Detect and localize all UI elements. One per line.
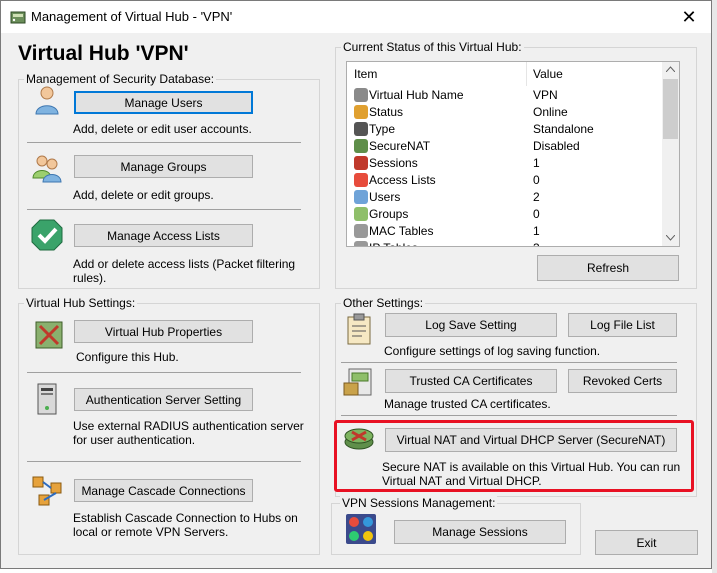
hub-icon xyxy=(354,88,368,102)
hub-management-window: Management of Virtual Hub - 'VPN' ✕ Virt… xyxy=(0,0,712,569)
certificate-icon xyxy=(343,368,372,396)
authentication-server-button[interactable]: Authentication Server Setting xyxy=(74,388,253,411)
access-lists-description: Add or delete access lists (Packet filte… xyxy=(73,257,296,285)
auth-server-description: Use external RADIUS authentication serve… xyxy=(73,419,304,447)
status-item-label: Sessions xyxy=(369,156,418,170)
manage-users-description: Add, delete or edit user accounts. xyxy=(73,122,252,136)
trusted-ca-button[interactable]: Trusted CA Certificates xyxy=(385,369,557,393)
status-item-value: 1 xyxy=(533,156,540,170)
ip-table-icon xyxy=(354,241,368,246)
hub-properties-icon xyxy=(35,321,63,349)
status-item-value: Online xyxy=(533,105,568,119)
cascade-description: Establish Cascade Connection to Hubs on … xyxy=(73,511,298,539)
status-row[interactable]: Access Lists 0 xyxy=(347,172,663,189)
manage-users-button[interactable]: Manage Users xyxy=(74,91,253,114)
group-icon xyxy=(354,207,368,221)
divider xyxy=(341,362,677,363)
app-icon xyxy=(10,11,26,24)
status-scrollbar[interactable] xyxy=(662,62,679,246)
scroll-down-icon[interactable] xyxy=(666,235,675,241)
log-clipboard-icon xyxy=(347,313,371,345)
manage-cascade-button[interactable]: Manage Cascade Connections xyxy=(74,479,253,502)
status-item-value: Standalone xyxy=(533,122,594,136)
other-settings-legend: Other Settings: xyxy=(341,296,426,310)
status-item-value: 0 xyxy=(533,207,540,221)
status-item-value: 0 xyxy=(533,173,540,187)
column-header-value[interactable]: Value xyxy=(533,62,563,86)
title-bar: Management of Virtual Hub - 'VPN' ✕ xyxy=(1,1,711,33)
status-row[interactable]: MAC Tables 1 xyxy=(347,223,663,240)
status-item-label: Groups xyxy=(369,207,409,221)
status-item-label: Status xyxy=(369,105,404,119)
close-button[interactable]: ✕ xyxy=(675,5,703,29)
log-settings-description: Configure settings of log saving functio… xyxy=(384,344,601,358)
exit-button[interactable]: Exit xyxy=(595,530,698,555)
close-icon: ✕ xyxy=(681,7,697,27)
status-row[interactable]: SecureNAT Disabled xyxy=(347,138,663,155)
status-item-label: SecureNAT xyxy=(369,139,431,153)
revoked-certs-button[interactable]: Revoked Certs xyxy=(568,369,677,393)
sessions-icon xyxy=(354,156,368,170)
mac-table-icon xyxy=(354,224,368,238)
status-item-label: MAC Tables xyxy=(369,224,434,238)
status-item-label: Virtual Hub Name xyxy=(369,88,464,102)
server-icon xyxy=(37,383,57,415)
vpn-sessions-legend: VPN Sessions Management: xyxy=(340,496,498,510)
user-icon xyxy=(35,86,59,115)
column-header-item[interactable]: Item xyxy=(354,62,377,86)
status-item-value: 2 xyxy=(533,190,540,204)
securenat-highlight-box xyxy=(334,420,694,492)
page-title: Virtual Hub 'VPN' xyxy=(18,42,189,65)
manage-groups-button[interactable]: Manage Groups xyxy=(74,155,253,178)
server-icon xyxy=(354,122,368,136)
divider xyxy=(27,209,301,210)
log-file-list-button[interactable]: Log File List xyxy=(568,313,677,337)
scrollbar-thumb[interactable] xyxy=(663,79,678,139)
status-row[interactable]: IP Tables 3 xyxy=(347,240,663,246)
status-item-label: IP Tables xyxy=(369,240,418,246)
access-list-icon xyxy=(354,173,368,187)
hub-settings-legend: Virtual Hub Settings: xyxy=(24,296,138,310)
status-list[interactable]: Item Value Virtual Hub Name VPN Status Onli… xyxy=(346,61,680,247)
access-list-checkmark-icon xyxy=(31,219,63,251)
divider xyxy=(27,461,301,462)
log-save-setting-button[interactable]: Log Save Setting xyxy=(385,313,557,337)
status-item-value: 1 xyxy=(533,224,540,238)
window-title: Management of Virtual Hub - 'VPN' xyxy=(31,9,233,24)
background-window-edge xyxy=(712,0,717,573)
current-status-legend: Current Status of this Virtual Hub: xyxy=(341,40,524,54)
ca-description: Manage trusted CA certificates. xyxy=(384,397,551,411)
manage-access-lists-button[interactable]: Manage Access Lists xyxy=(74,224,253,247)
status-row[interactable]: Status Online xyxy=(347,104,663,121)
divider xyxy=(27,372,301,373)
scroll-up-icon[interactable] xyxy=(666,66,675,72)
status-item-value: 3 xyxy=(533,240,540,246)
cascade-connections-icon xyxy=(32,476,62,506)
user-icon xyxy=(354,190,368,204)
divider xyxy=(27,142,301,143)
status-row[interactable]: Type Standalone xyxy=(347,121,663,138)
status-item-value: Disabled xyxy=(533,139,580,153)
status-item-value: VPN xyxy=(533,88,558,102)
manage-sessions-button[interactable]: Manage Sessions xyxy=(394,520,566,544)
sessions-icon xyxy=(346,514,376,544)
status-row[interactable]: Virtual Hub Name VPN xyxy=(347,87,663,104)
status-row[interactable]: Sessions 1 xyxy=(347,155,663,172)
status-row[interactable]: Groups 0 xyxy=(347,206,663,223)
manage-groups-description: Add, delete or edit groups. xyxy=(73,188,214,202)
status-row[interactable]: Users 2 xyxy=(347,189,663,206)
hub-properties-description: Configure this Hub. xyxy=(76,350,179,364)
status-item-label: Access Lists xyxy=(369,173,436,187)
status-item-label: Type xyxy=(369,122,396,136)
column-divider xyxy=(526,62,527,86)
divider xyxy=(341,415,677,416)
status-icon xyxy=(354,105,368,119)
router-icon xyxy=(354,139,368,153)
status-item-label: Users xyxy=(369,190,401,204)
group-icon xyxy=(32,155,62,183)
refresh-button[interactable]: Refresh xyxy=(537,255,679,281)
hub-properties-button[interactable]: Virtual Hub Properties xyxy=(74,320,253,343)
